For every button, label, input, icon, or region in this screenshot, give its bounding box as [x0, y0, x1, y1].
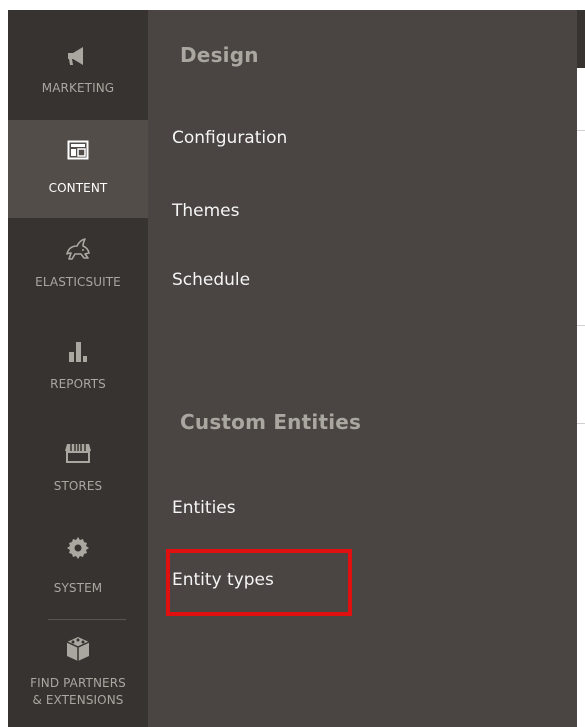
storefront-icon: [8, 442, 148, 464]
megaphone-icon: [8, 46, 148, 66]
nav-item-stores[interactable]: STORES: [8, 414, 148, 512]
rabbit-icon: [8, 238, 148, 264]
menu-link-entities[interactable]: Entities: [172, 498, 236, 518]
section-heading-design: Design: [180, 43, 259, 67]
content-submenu-panel: Design Configuration Themes Schedule Cus…: [148, 10, 577, 727]
nav-label: MARKETING: [41, 81, 115, 95]
layout-icon: [8, 140, 148, 160]
menu-link-schedule[interactable]: Schedule: [172, 270, 250, 290]
menu-link-configuration[interactable]: Configuration: [172, 128, 287, 148]
nav-label: CONTENT: [48, 181, 108, 195]
top-frame: [0, 0, 585, 10]
bar-chart-icon: [8, 340, 148, 362]
cubes-icon: [8, 635, 148, 663]
page-edge-line: [577, 325, 585, 326]
nav-item-elasticsuite[interactable]: ELASTICSUITE: [8, 218, 148, 316]
highlight-box: [166, 549, 352, 616]
nav-label: REPORTS: [50, 377, 106, 391]
nav-item-content[interactable]: CONTENT: [8, 120, 148, 218]
page-edge-line: [577, 423, 585, 424]
nav-label: STORES: [53, 479, 103, 493]
page-edge-line: [577, 130, 585, 131]
nav-item-marketing[interactable]: MARKETING: [8, 10, 148, 108]
nav-item-find-partners[interactable]: FIND PARTNERS & EXTENSIONS: [8, 625, 148, 727]
gear-icon: [8, 536, 148, 560]
admin-sidebar: MARKETING CONTENT ELASTICSUITE REPORTS S…: [8, 10, 148, 727]
section-heading-custom-entities: Custom Entities: [180, 410, 362, 434]
nav-label: ELASTICSUITE: [35, 275, 121, 289]
nav-label: FIND PARTNERS: [30, 676, 126, 690]
menu-link-themes[interactable]: Themes: [172, 201, 240, 221]
page-edge-header: [577, 10, 585, 68]
page-edge: [577, 10, 585, 727]
nav-item-system[interactable]: SYSTEM: [8, 512, 148, 610]
nav-label: SYSTEM: [53, 581, 103, 595]
sidebar-divider: [48, 619, 126, 620]
nav-item-reports[interactable]: REPORTS: [8, 316, 148, 414]
nav-label: & EXTENSIONS: [32, 693, 124, 707]
